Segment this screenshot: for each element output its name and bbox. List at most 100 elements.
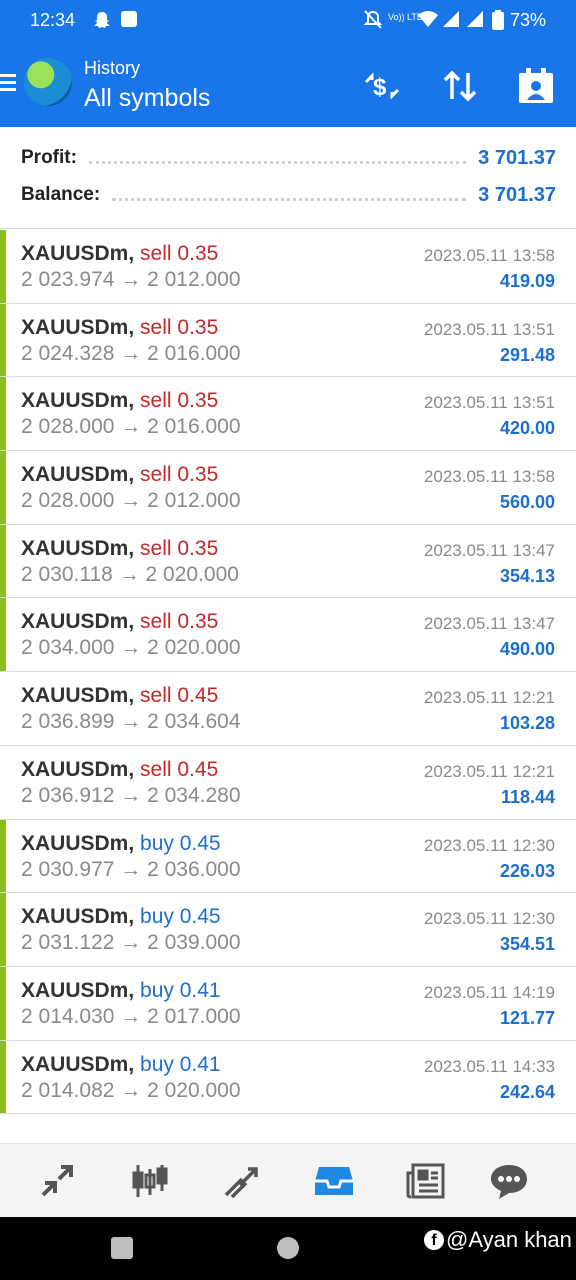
deal-row[interactable]: XAUUSDm, sell 0.35 2 030.118 → 2 020.000 2… <box>0 524 576 599</box>
deal-symbol: XAUUSDm, <box>21 905 135 929</box>
deal-side: sell 0.35 <box>140 389 219 413</box>
deal-row[interactable]: XAUUSDm, sell 0.35 2 023.974 → 2 012.000 2… <box>0 230 576 304</box>
chart-candles-icon[interactable] <box>127 1158 173 1204</box>
top-bar: 12:34 Vo)) LTE2 73% History All symbols <box>0 0 576 127</box>
deal-symbol: XAUUSDm, <box>21 536 135 560</box>
summary-panel: Profit: 3 701.37 Balance: 3 701.37 <box>0 127 576 229</box>
deal-title: XAUUSDm, sell 0.45 <box>21 684 218 708</box>
deal-profit: 118.44 <box>500 786 555 807</box>
deal-prices: 2 036.899 → 2 034.604 <box>21 710 241 734</box>
app-logo <box>24 58 72 106</box>
deal-profit: 354.51 <box>499 934 555 955</box>
watermark: f @Ayan khan <box>424 1227 572 1253</box>
deal-time: 2023.05.11 12:21 <box>423 761 555 781</box>
deal-profit: 420.00 <box>499 418 555 439</box>
deal-title: XAUUSDm, sell 0.35 <box>21 537 218 561</box>
deal-symbol: XAUUSDm, <box>21 242 135 265</box>
svg-text:$: $ <box>373 74 387 101</box>
deal-row[interactable]: XAUUSDm, buy 0.45 2 031.122 → 2 039.000 20… <box>0 893 576 967</box>
facebook-icon: f <box>424 1230 444 1250</box>
deal-prices: 2 030.977 → 2 036.000 <box>21 857 241 881</box>
deal-side: buy 0.41 <box>140 1052 221 1076</box>
deal-side: sell 0.35 <box>140 242 219 265</box>
deal-marker <box>0 598 6 672</box>
quotes-icon[interactable] <box>34 1158 80 1204</box>
battery-icon <box>492 10 504 35</box>
deal-side: sell 0.35 <box>140 610 219 634</box>
currency-swap-icon[interactable]: $ <box>362 66 402 106</box>
status-time: 12:34 <box>30 10 76 30</box>
deal-time: 2023.05.11 13:58 <box>423 246 555 265</box>
news-icon[interactable] <box>403 1158 449 1204</box>
deal-side: sell 0.45 <box>140 757 219 781</box>
profit-label: Profit: <box>21 147 77 168</box>
deal-row[interactable]: XAUUSDm, sell 0.45 2 036.912 → 2 034.280 2… <box>0 745 576 820</box>
deal-prices: 2 034.000 → 2 020.000 <box>21 636 241 660</box>
deal-title: XAUUSDm, sell 0.35 <box>21 610 218 634</box>
deal-row[interactable]: XAUUSDm, buy 0.45 2 030.977 → 2 036.000 20… <box>0 819 576 894</box>
profit-value: 3 701.37 <box>478 146 556 169</box>
deal-profit: 490.00 <box>499 639 555 660</box>
deal-symbol: XAUUSDm, <box>21 1052 135 1076</box>
deal-time: 2023.05.11 12:30 <box>423 909 555 929</box>
watermark-text: @Ayan khan <box>446 1227 572 1252</box>
recents-button[interactable] <box>111 1237 133 1259</box>
deal-row[interactable]: XAUUSDm, sell 0.45 2 036.899 → 2 034.604 2… <box>0 672 576 746</box>
system-nav-bar: f @Ayan khan <box>0 1217 576 1280</box>
deal-prices: 2 024.328 → 2 016.000 <box>21 341 241 365</box>
battery-percent: 73% <box>510 10 547 30</box>
trade-icon[interactable] <box>219 1158 265 1204</box>
balance-label: Balance: <box>21 184 101 205</box>
snapchat-icon <box>92 10 112 35</box>
deal-side: sell 0.35 <box>140 315 219 339</box>
home-button[interactable] <box>277 1237 299 1259</box>
deal-time: 2023.05.11 13:47 <box>423 614 555 634</box>
deal-prices: 2 030.118 → 2 020.000 <box>21 562 239 586</box>
history-inbox-icon[interactable] <box>311 1158 357 1204</box>
deals-list: XAUUSDm, sell 0.35 2 023.974 → 2 012.000 2… <box>0 230 576 1115</box>
dotted-leader <box>88 160 467 164</box>
deal-time: 2023.05.11 13:51 <box>423 319 555 339</box>
deal-title: XAUUSDm, buy 0.45 <box>21 905 221 929</box>
dotted-leader <box>112 197 467 201</box>
deal-profit: 560.00 <box>499 492 555 513</box>
deal-side: buy 0.45 <box>140 831 221 855</box>
deal-title: XAUUSDm, buy 0.41 <box>21 979 221 1003</box>
bottom-nav <box>0 1143 576 1217</box>
deal-profit: 226.03 <box>499 860 555 881</box>
deal-row[interactable]: XAUUSDm, buy 0.41 2 014.030 → 2 017.000 20… <box>0 966 576 1041</box>
signal-icon <box>466 10 484 33</box>
deal-prices: 2 014.030 → 2 017.000 <box>21 1004 241 1028</box>
deal-row[interactable]: XAUUSDm, sell 0.35 2 034.000 → 2 020.000 2… <box>0 598 576 673</box>
balance-value: 3 701.37 <box>478 183 556 206</box>
sort-icon[interactable] <box>440 66 480 106</box>
deal-marker <box>0 230 6 303</box>
header-title[interactable]: All symbols <box>84 84 210 113</box>
deal-row[interactable]: XAUUSDm, sell 0.35 2 024.328 → 2 016.000 2… <box>0 303 576 378</box>
deal-profit: 103.28 <box>499 713 555 734</box>
deal-title: XAUUSDm, buy 0.45 <box>21 832 221 856</box>
deal-title: XAUUSDm, buy 0.41 <box>21 1053 221 1077</box>
deal-symbol: XAUUSDm, <box>21 757 135 781</box>
deal-row[interactable]: XAUUSDm, sell 0.35 2 028.000 → 2 016.000 2… <box>0 377 576 452</box>
deal-profit: 121.77 <box>499 1007 555 1028</box>
chat-icon[interactable] <box>486 1158 532 1204</box>
calendar-icon[interactable] <box>516 66 556 106</box>
deal-prices: 2 014.082 → 2 020.000 <box>21 1078 241 1102</box>
deal-side: buy 0.45 <box>140 905 221 929</box>
deal-row[interactable]: XAUUSDm, buy 0.41 2 014.082 → 2 020.000 20… <box>0 1040 576 1115</box>
app-bar: History All symbols $ <box>0 44 576 127</box>
deal-time: 2023.05.11 14:33 <box>423 1056 555 1076</box>
deal-title: XAUUSDm, sell 0.35 <box>21 463 218 487</box>
deal-time: 2023.05.11 13:51 <box>423 393 555 413</box>
profit-row: Profit: 3 701.37 <box>21 143 556 173</box>
deal-marker <box>0 1040 6 1114</box>
deal-symbol: XAUUSDm, <box>21 610 135 634</box>
deal-title: XAUUSDm, sell 0.35 <box>21 389 218 413</box>
deal-row[interactable]: XAUUSDm, sell 0.35 2 028.000 → 2 012.000 2… <box>0 451 576 525</box>
deal-side: buy 0.41 <box>140 978 221 1002</box>
deal-profit: 242.64 <box>499 1081 555 1102</box>
menu-icon[interactable] <box>0 74 16 92</box>
deal-symbol: XAUUSDm, <box>21 463 135 487</box>
deal-marker <box>0 303 6 377</box>
